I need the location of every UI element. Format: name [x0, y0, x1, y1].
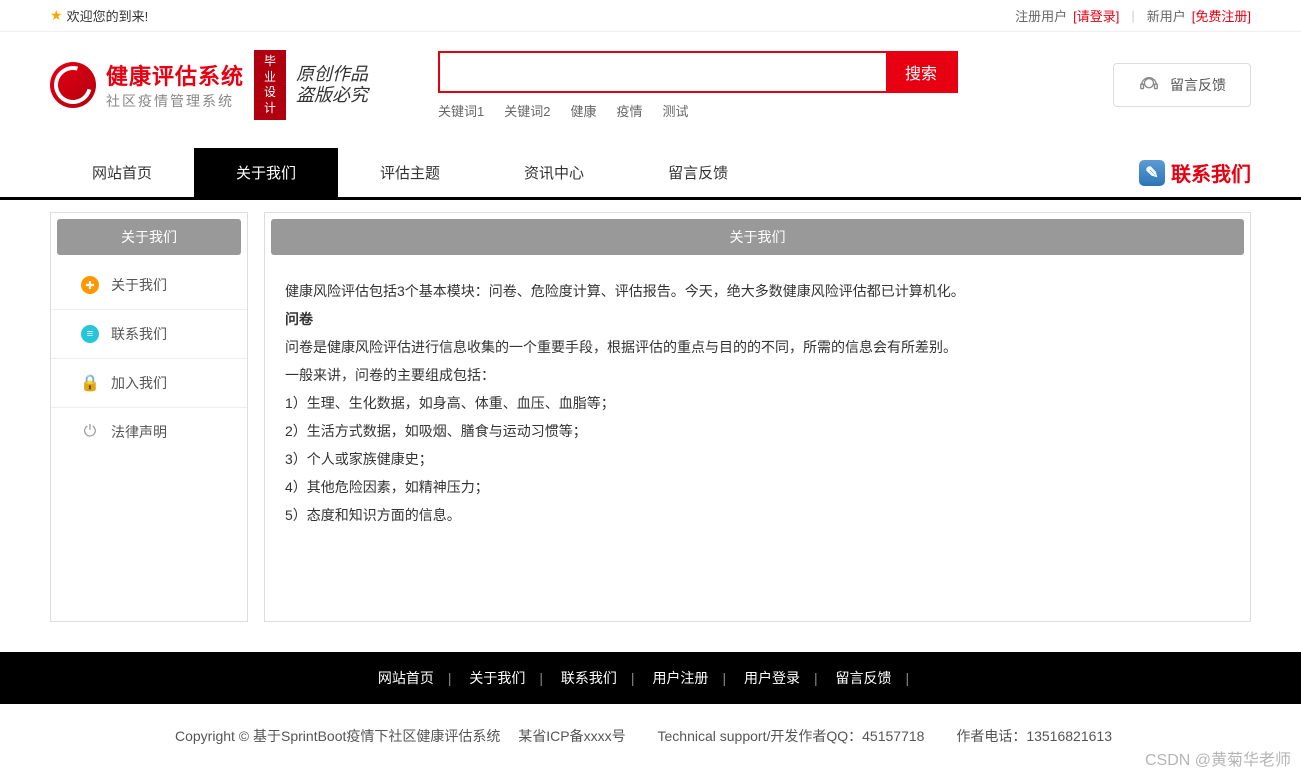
welcome-block: ★ 欢迎您的到来!	[50, 6, 148, 25]
content-paragraph: 问卷	[285, 305, 1230, 333]
nav-about[interactable]: 关于我们	[194, 148, 338, 197]
icp-text: 某省ICP备xxxx号	[518, 728, 625, 744]
sidebar-header: 关于我们	[57, 219, 241, 255]
nav-feedback[interactable]: 留言反馈	[626, 148, 770, 197]
footer-link[interactable]: 网站首页	[378, 670, 434, 686]
document-icon: ≡	[81, 325, 99, 343]
logo-block: 健康评估系统 社区疫情管理系统 毕业 设计 原创作品 盗版必究	[50, 50, 368, 120]
lock-icon: 🔒	[81, 374, 99, 392]
logo-icon	[50, 62, 96, 108]
register-link[interactable]: [免费注册]	[1192, 6, 1251, 25]
top-bar: ★ 欢迎您的到来! 注册用户 [请登录] | 新用户 [免费注册]	[0, 0, 1301, 32]
content-paragraph: 一般来讲，问卷的主要组成包括：	[285, 361, 1230, 389]
keywords-row: 关键词1 关键词2 健康 疫情 测试	[438, 101, 958, 120]
badge: 毕业 设计	[254, 50, 286, 120]
footer-info: Copyright © 基于SprintBoot疫情下社区健康评估系统 某省IC…	[0, 704, 1301, 768]
main-nav: 网站首页 关于我们 评估主题 资讯中心 留言反馈 ✎ 联系我们	[0, 148, 1301, 200]
content-paragraph: 1）生理、生化数据，如身高、体重、血压、血脂等；	[285, 389, 1230, 417]
welcome-text: 欢迎您的到来!	[67, 6, 149, 25]
logo-title: 健康评估系统	[106, 59, 244, 91]
sidebar-item-label: 关于我们	[111, 275, 167, 295]
sidebar-item-contact[interactable]: ≡ 联系我们	[51, 310, 247, 359]
headset-icon	[1138, 74, 1160, 96]
search-button[interactable]: 搜索	[886, 53, 956, 91]
sidebar-item-label: 法律声明	[111, 422, 167, 442]
search-box: 搜索	[438, 51, 958, 93]
content-paragraph: 问卷是健康风险评估进行信息收集的一个重要手段，根据评估的重点与目的的不同，所需的…	[285, 333, 1230, 361]
registered-label: 注册用户	[1015, 6, 1067, 25]
login-link[interactable]: [请登录]	[1073, 6, 1119, 25]
feedback-button[interactable]: 留言反馈	[1113, 63, 1251, 107]
footer-link[interactable]: 留言反馈	[836, 670, 892, 686]
plus-icon: ✚	[81, 276, 99, 294]
keyword-link[interactable]: 测试	[663, 101, 689, 120]
contact-us-button[interactable]: ✎ 联系我们	[1139, 158, 1251, 187]
keyword-link[interactable]: 关键词1	[438, 101, 484, 120]
footer-link[interactable]: 关于我们	[469, 670, 525, 686]
nav-topics[interactable]: 评估主题	[338, 148, 482, 197]
nav-news[interactable]: 资讯中心	[482, 148, 626, 197]
divider: |	[1131, 8, 1134, 23]
footer-link[interactable]: 用户登录	[744, 670, 800, 686]
header: 健康评估系统 社区疫情管理系统 毕业 设计 原创作品 盗版必究 搜索 关键词1 …	[0, 32, 1301, 138]
sidebar-item-label: 联系我们	[111, 324, 167, 344]
keyword-link[interactable]: 关键词2	[504, 101, 550, 120]
contact-label: 联系我们	[1171, 158, 1251, 187]
technical-support: Technical support/开发作者QQ：45157718	[658, 728, 925, 744]
power-icon: ⏻	[81, 423, 99, 441]
sidebar-item-about[interactable]: ✚ 关于我们	[51, 261, 247, 310]
search-area: 搜索 关键词1 关键词2 健康 疫情 测试	[438, 51, 958, 120]
top-right: 注册用户 [请登录] | 新用户 [免费注册]	[1015, 6, 1251, 25]
content-paragraph: 5）态度和知识方面的信息。	[285, 501, 1230, 529]
sidebar-item-join[interactable]: 🔒 加入我们	[51, 359, 247, 408]
sidebar-item-legal[interactable]: ⏻ 法律声明	[51, 408, 247, 456]
sidebar: 关于我们 ✚ 关于我们 ≡ 联系我们 🔒 加入我们 ⏻ 法律声明	[50, 212, 248, 622]
new-user-label: 新用户	[1147, 6, 1186, 25]
content-paragraph: 健康风险评估包括3个基本模块：问卷、危险度计算、评估报告。今天，绝大多数健康风险…	[285, 277, 1230, 305]
search-input[interactable]	[440, 53, 886, 91]
content-paragraph: 4）其他危险因素，如精神压力；	[285, 473, 1230, 501]
nav-home[interactable]: 网站首页	[50, 148, 194, 197]
content-panel: 关于我们 健康风险评估包括3个基本模块：问卷、危险度计算、评估报告。今天，绝大多…	[264, 212, 1251, 622]
logo-text: 健康评估系统 社区疫情管理系统	[106, 59, 244, 111]
keyword-link[interactable]: 疫情	[617, 101, 643, 120]
content-header: 关于我们	[271, 219, 1244, 255]
pencil-icon: ✎	[1139, 160, 1165, 186]
keyword-link[interactable]: 健康	[570, 101, 596, 120]
star-icon: ★	[50, 7, 63, 24]
footer-link[interactable]: 用户注册	[652, 670, 708, 686]
content-paragraph: 2）生活方式数据，如吸烟、膳食与运动习惯等；	[285, 417, 1230, 445]
main: 关于我们 ✚ 关于我们 ≡ 联系我们 🔒 加入我们 ⏻ 法律声明 关于我们 健康…	[0, 200, 1301, 652]
author-phone: 作者电话：13516821613	[956, 728, 1112, 744]
sidebar-item-label: 加入我们	[111, 373, 167, 393]
footer-link[interactable]: 联系我们	[561, 670, 617, 686]
logo-subtitle: 社区疫情管理系统	[106, 91, 244, 111]
footer-nav: 网站首页| 关于我们| 联系我们| 用户注册| 用户登录| 留言反馈|	[0, 652, 1301, 704]
content-paragraph: 3）个人或家族健康史；	[285, 445, 1230, 473]
feedback-label: 留言反馈	[1170, 75, 1226, 95]
calligraphy: 原创作品 盗版必究	[296, 64, 368, 107]
content-body: 健康风险评估包括3个基本模块：问卷、危险度计算、评估报告。今天，绝大多数健康风险…	[265, 261, 1250, 621]
copyright-text: Copyright © 基于SprintBoot疫情下社区健康评估系统	[175, 728, 500, 744]
